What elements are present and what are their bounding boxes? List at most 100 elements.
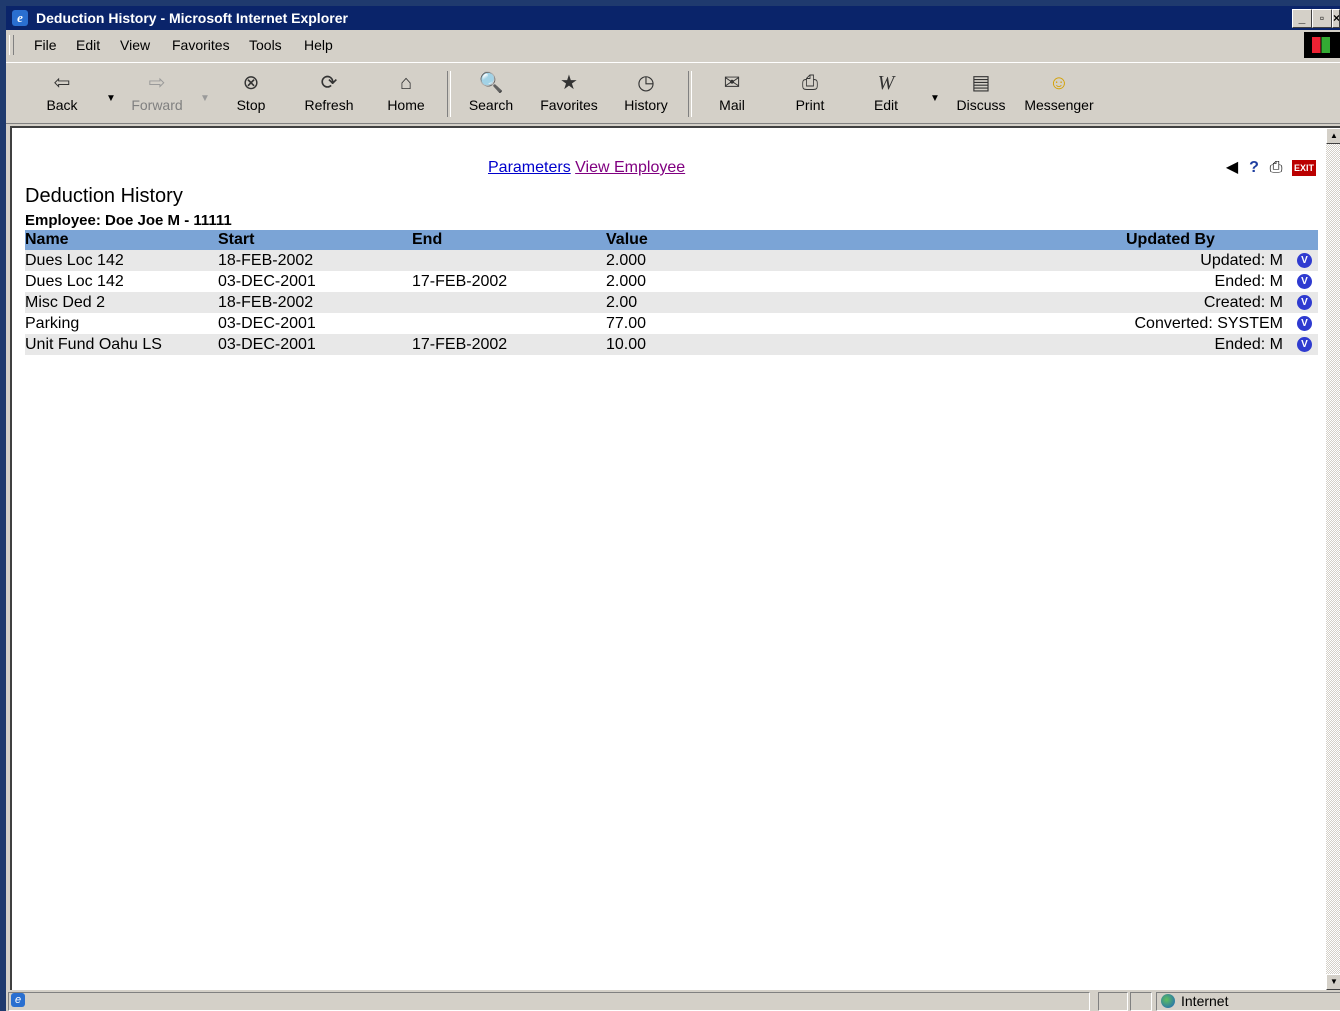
help-icon[interactable]: ?	[1244, 158, 1264, 178]
print-button[interactable]: ⎙ Print	[775, 67, 845, 117]
messenger-icon: ☺	[1048, 72, 1070, 94]
mail-icon: ✉	[723, 72, 741, 94]
page-status-icon: e	[11, 993, 25, 1007]
cell-value: 2.000	[606, 272, 647, 290]
menu-file[interactable]: File	[34, 37, 57, 53]
edit-dropdown-icon[interactable]: ▼	[930, 93, 940, 104]
globe-icon	[1161, 994, 1175, 1008]
messenger-button[interactable]: ☺ Messenger	[1022, 67, 1096, 117]
menu-view[interactable]: View	[120, 37, 150, 53]
home-button[interactable]: ⌂ Home	[371, 67, 441, 117]
cell-start: 03-DEC-2001	[218, 334, 412, 355]
cell-value: 10.00	[606, 334, 1126, 355]
discuss-icon: ▤	[971, 72, 991, 94]
page-title: Deduction History	[25, 185, 183, 207]
back-dropdown-icon[interactable]: ▼	[106, 93, 116, 104]
table-row: Misc Ded 2 18-FEB-2002 2.00 Created: MV	[25, 292, 1318, 313]
history-button[interactable]: ◷ History	[611, 67, 681, 117]
view-detail-icon[interactable]: V	[1297, 294, 1312, 310]
minimize-button[interactable]: _	[1292, 9, 1312, 28]
forward-arrow-icon: ⇨	[148, 72, 166, 94]
menu-edit[interactable]: Edit	[76, 37, 100, 53]
cell-name: Unit Fund Oahu LS	[25, 334, 218, 355]
parameters-link[interactable]: Parameters	[488, 159, 571, 176]
cell-updated-by: Updated: MV	[1126, 250, 1318, 271]
status-panel	[1098, 992, 1128, 1011]
scroll-up-icon[interactable]: ▲	[1326, 128, 1340, 144]
edit-icon: W	[877, 72, 895, 94]
stop-button[interactable]: ⊗ Stop	[216, 67, 286, 117]
cell-value: 2.000	[606, 250, 1126, 271]
favorites-icon: ★	[560, 72, 578, 94]
cell-value: 2.00	[606, 292, 1126, 313]
menu-tools[interactable]: Tools	[249, 37, 282, 53]
cell-start: 18-FEB-2002	[218, 292, 412, 313]
cell-start: 18-FEB-2002	[218, 250, 412, 271]
vertical-scrollbar[interactable]: ▲ ▼	[1326, 128, 1340, 990]
stop-icon: ⊗	[242, 72, 260, 94]
col-start-header: Start	[218, 230, 412, 250]
toolbar-separator	[688, 71, 692, 117]
menu-help[interactable]: Help	[304, 37, 333, 53]
history-icon: ◷	[637, 72, 655, 94]
search-button[interactable]: 🔍 Search	[456, 67, 526, 117]
cell-name: Parking	[25, 314, 80, 332]
print-page-icon[interactable]: ⎙	[1266, 158, 1286, 178]
view-detail-icon[interactable]: V	[1297, 252, 1312, 268]
employee-label: Employee: Doe Joe M - 11111	[25, 212, 232, 229]
view-detail-icon[interactable]: V	[1297, 315, 1312, 331]
back-nav-icon[interactable]: ◀	[1222, 158, 1242, 178]
favorites-button[interactable]: ★ Favorites	[534, 67, 604, 117]
status-panel	[1130, 992, 1152, 1011]
refresh-button[interactable]: ⟳ Refresh	[294, 67, 364, 117]
table-header-row: Name Start End Value Updated By	[25, 230, 1318, 250]
zone-label: Internet	[1181, 993, 1229, 1009]
col-value-header: Value	[606, 230, 1126, 250]
menu-favorites[interactable]: Favorites	[172, 37, 230, 53]
mail-button[interactable]: ✉ Mail	[697, 67, 767, 117]
col-end-header: End	[412, 230, 606, 250]
table-row: Dues Loc 142 03-DEC-2001 17-FEB-2002 2.0…	[25, 271, 1318, 292]
restore-button[interactable]: ▫	[1312, 9, 1332, 28]
cell-updated-by: Converted: SYSTEM V	[1126, 313, 1318, 334]
cell-end	[412, 250, 606, 271]
page-content: Parameters View Employee ◀ ? ⎙ EXIT Dedu…	[10, 126, 1340, 990]
cell-end: 17-FEB-2002	[412, 272, 508, 290]
discuss-button[interactable]: ▤ Discuss	[946, 67, 1016, 117]
print-icon: ⎙	[802, 72, 818, 94]
deduction-table: Name Start End Value Updated By Dues Loc…	[25, 230, 1318, 355]
menu-grip	[9, 35, 14, 55]
zone-panel: Internet	[1156, 992, 1340, 1011]
toolbar-separator	[447, 71, 451, 117]
forward-dropdown-icon[interactable]: ▼	[200, 93, 210, 104]
window-title: Deduction History - Microsoft Internet E…	[36, 10, 348, 26]
view-employee-link[interactable]: View Employee	[575, 159, 685, 176]
cell-updated-by: Ended: MV	[1126, 271, 1318, 292]
exit-icon[interactable]: EXIT	[1292, 160, 1316, 176]
col-name-header: Name	[25, 230, 218, 250]
browser-window: e Deduction History - Microsoft Internet…	[6, 6, 1340, 1011]
edit-button[interactable]: W Edit	[851, 67, 921, 117]
cell-name: Misc Ded 2	[25, 292, 218, 313]
col-updated-by-header: Updated By	[1126, 230, 1318, 250]
menu-bar: File Edit View Favorites Tools Help	[6, 32, 1340, 58]
ie-logo-icon: e	[12, 10, 28, 26]
scroll-down-icon[interactable]: ▼	[1326, 974, 1340, 990]
search-icon: 🔍	[478, 72, 504, 94]
forward-button[interactable]: ⇨ Forward	[122, 67, 192, 117]
close-button[interactable]: ×	[1332, 9, 1340, 28]
table-row: Unit Fund Oahu LS 03-DEC-2001 17-FEB-200…	[25, 334, 1318, 355]
refresh-icon: ⟳	[320, 72, 338, 94]
cell-end: 17-FEB-2002	[412, 334, 606, 355]
view-detail-icon[interactable]: V	[1297, 336, 1312, 352]
back-button[interactable]: ⇦ Back	[27, 67, 97, 117]
table-row: Parking 03-DEC-2001 77.00 Converted: SYS…	[25, 313, 1318, 334]
windows-logo-icon	[1304, 32, 1340, 58]
status-text-panel: e	[8, 992, 1090, 1011]
status-bar: e Internet	[6, 990, 1340, 1011]
cell-end	[412, 292, 606, 313]
home-icon: ⌂	[399, 72, 413, 94]
cell-start: 03-DEC-2001	[218, 314, 316, 332]
view-detail-icon[interactable]: V	[1297, 273, 1312, 289]
cell-updated-by: Ended: MV	[1126, 334, 1318, 355]
